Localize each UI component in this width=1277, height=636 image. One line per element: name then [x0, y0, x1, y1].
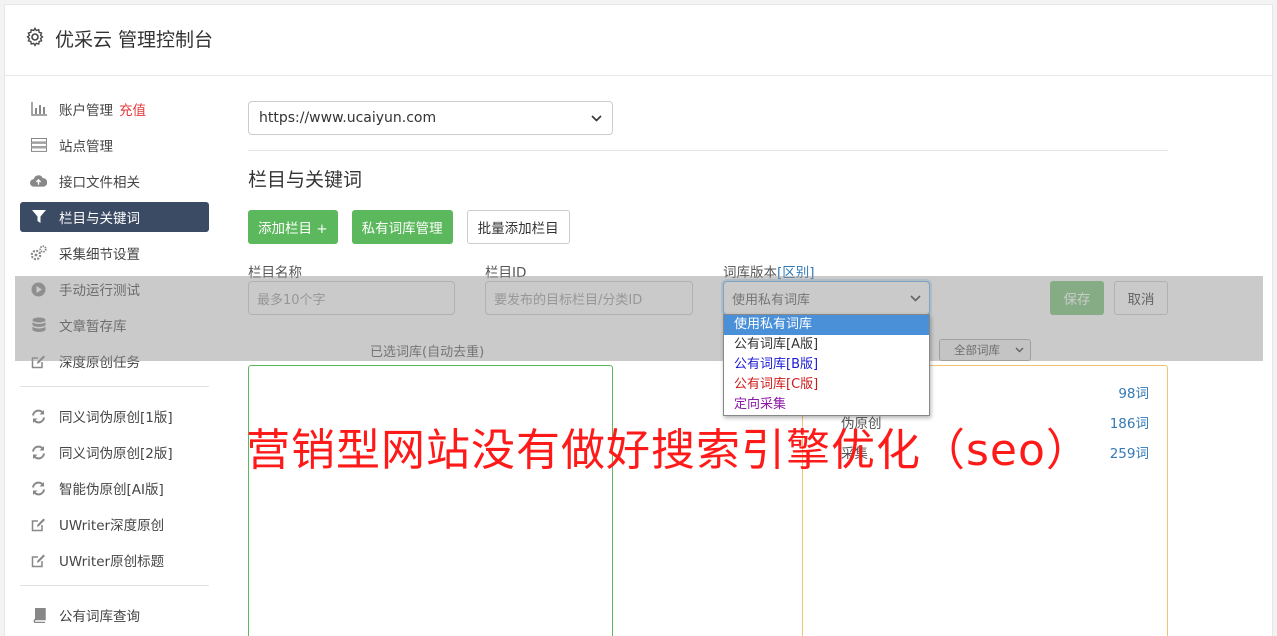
- sidebar-item-label: UWriter原创标题: [59, 554, 165, 570]
- sidebar-item-uwriter-deep[interactable]: UWriter深度原创: [20, 509, 209, 539]
- selected-lib-label: 已选词库(自动去重): [370, 345, 485, 360]
- save-button[interactable]: 保存: [1050, 281, 1104, 315]
- database-icon: [30, 317, 47, 334]
- edit-icon: [30, 353, 47, 370]
- dropdown-option-public-b[interactable]: 公有词库[B版]: [724, 355, 929, 375]
- site-select-value: https://www.ucaiyun.com: [259, 110, 437, 126]
- batch-add-column-button[interactable]: 批量添加栏目: [466, 210, 570, 244]
- sidebar-item-interface[interactable]: 接口文件相关: [20, 166, 209, 196]
- lib-count: 259词: [1109, 446, 1149, 462]
- sidebar: 账户管理 充值 站点管理 接口文件相关 栏目与关键词 采集细节设置 手动运行测试…: [20, 94, 209, 636]
- sidebar-item-label: 采集细节设置: [59, 247, 140, 263]
- sidebar-item-label: 同义词伪原创[2版]: [59, 446, 173, 462]
- chevron-down-icon: [591, 114, 602, 122]
- cloud-upload-icon: [30, 173, 47, 190]
- sidebar-item-label: 站点管理: [59, 139, 113, 155]
- edit-icon: [30, 516, 47, 533]
- recharge-link[interactable]: 充值: [119, 99, 146, 119]
- dropdown-option-targeted[interactable]: 定向采集: [724, 395, 929, 415]
- sidebar-item-label: 栏目与关键词: [59, 211, 140, 227]
- page-title: 栏目与关键词: [248, 169, 363, 191]
- watermark-caption: 营销型网站没有做好搜索引擎优化（seo）: [246, 425, 1091, 476]
- sidebar-item-uwriter-title[interactable]: UWriter原创标题: [20, 545, 209, 575]
- lib-version-dropdown: 使用私有词库 公有词库[A版] 公有词库[B版] 公有词库[C版] 定向采集: [723, 314, 930, 416]
- action-buttons: 添加栏目 + 私有词库管理 批量添加栏目: [248, 210, 570, 244]
- lib-version-label-text: 词库版本: [723, 265, 777, 281]
- server-icon: [30, 137, 47, 154]
- sidebar-divider: [20, 585, 209, 586]
- lib-count: 98词: [1118, 386, 1149, 402]
- sidebar-item-label: 公有词库查询: [59, 609, 140, 625]
- gears-icon: [30, 245, 47, 262]
- sidebar-item-label: UWriter深度原创: [59, 518, 165, 534]
- column-name-input[interactable]: 最多10个字: [248, 281, 455, 315]
- sidebar-item-public-lib-query[interactable]: 公有词库查询: [20, 600, 209, 630]
- site-select[interactable]: https://www.ucaiyun.com: [248, 101, 613, 135]
- top-bar: 优采云 管理控制台: [5, 5, 1272, 76]
- dropdown-option-public-c[interactable]: 公有词库[C版]: [724, 375, 929, 395]
- private-lib-button[interactable]: 私有词库管理: [351, 210, 453, 244]
- bar-chart-icon: [30, 101, 47, 118]
- dropdown-option-private[interactable]: 使用私有词库: [724, 315, 929, 335]
- chevron-down-icon: [1015, 347, 1024, 353]
- difference-link[interactable]: [区别]: [777, 265, 815, 281]
- selected-lib-box[interactable]: [248, 365, 613, 636]
- column-id-label: 栏目ID: [485, 265, 527, 281]
- book-icon: [30, 607, 47, 624]
- app-title: 优采云 管理控制台: [55, 29, 214, 51]
- sidebar-item-sites[interactable]: 站点管理: [20, 130, 209, 160]
- column-name-label: 栏目名称: [248, 265, 302, 281]
- all-lib-select-value: 全部词库: [954, 343, 1000, 357]
- cancel-button[interactable]: 取消: [1114, 281, 1168, 315]
- sidebar-item-label: 智能伪原创[AI版]: [59, 482, 164, 498]
- chevron-down-icon: [910, 294, 921, 302]
- lib-version-select[interactable]: 使用私有词库: [723, 281, 930, 315]
- sidebar-item-article-storage[interactable]: 文章暂存库: [20, 310, 209, 340]
- sidebar-divider: [20, 386, 209, 387]
- lib-version-label: 词库版本[区别]: [723, 261, 815, 281]
- sidebar-item-label: 账户管理: [59, 103, 113, 119]
- divider: [248, 150, 1168, 151]
- lib-count: 186词: [1109, 416, 1149, 432]
- sidebar-item-manual-run[interactable]: 手动运行测试: [20, 274, 209, 304]
- lib-version-select-value: 使用私有词库: [732, 292, 811, 308]
- all-lib-select[interactable]: 全部词库: [939, 339, 1031, 361]
- sidebar-item-label: 文章暂存库: [59, 319, 127, 335]
- gear-icon: [26, 27, 44, 47]
- refresh-icon: [30, 480, 47, 497]
- sidebar-item-account[interactable]: 账户管理 充值: [20, 94, 209, 124]
- dropdown-option-public-a[interactable]: 公有词库[A版]: [724, 335, 929, 355]
- sidebar-item-collect-settings[interactable]: 采集细节设置: [20, 238, 209, 268]
- add-column-button[interactable]: 添加栏目 +: [248, 210, 338, 244]
- sidebar-item-label: 同义词伪原创[1版]: [59, 410, 173, 426]
- refresh-icon: [30, 444, 47, 461]
- sidebar-item-synonym-v1[interactable]: 同义词伪原创[1版]: [20, 401, 209, 431]
- sidebar-item-synonym-v2[interactable]: 同义词伪原创[2版]: [20, 437, 209, 467]
- column-id-input[interactable]: 要发布的目标栏目/分类ID: [485, 281, 693, 315]
- sidebar-item-ai-rewrite[interactable]: 智能伪原创[AI版]: [20, 473, 209, 503]
- refresh-icon: [30, 408, 47, 425]
- filter-icon: [30, 209, 47, 226]
- main-content: https://www.ucaiyun.com 栏目与关键词 添加栏目 + 私有…: [248, 101, 1168, 636]
- edit-icon: [30, 552, 47, 569]
- sidebar-item-label: 接口文件相关: [59, 175, 140, 191]
- sidebar-item-deep-original[interactable]: 深度原创任务: [20, 346, 209, 376]
- sidebar-item-columns[interactable]: 栏目与关键词: [20, 202, 209, 232]
- sidebar-item-label: 手动运行测试: [59, 283, 140, 299]
- play-circle-icon: [30, 281, 47, 298]
- sidebar-item-label: 深度原创任务: [59, 355, 140, 371]
